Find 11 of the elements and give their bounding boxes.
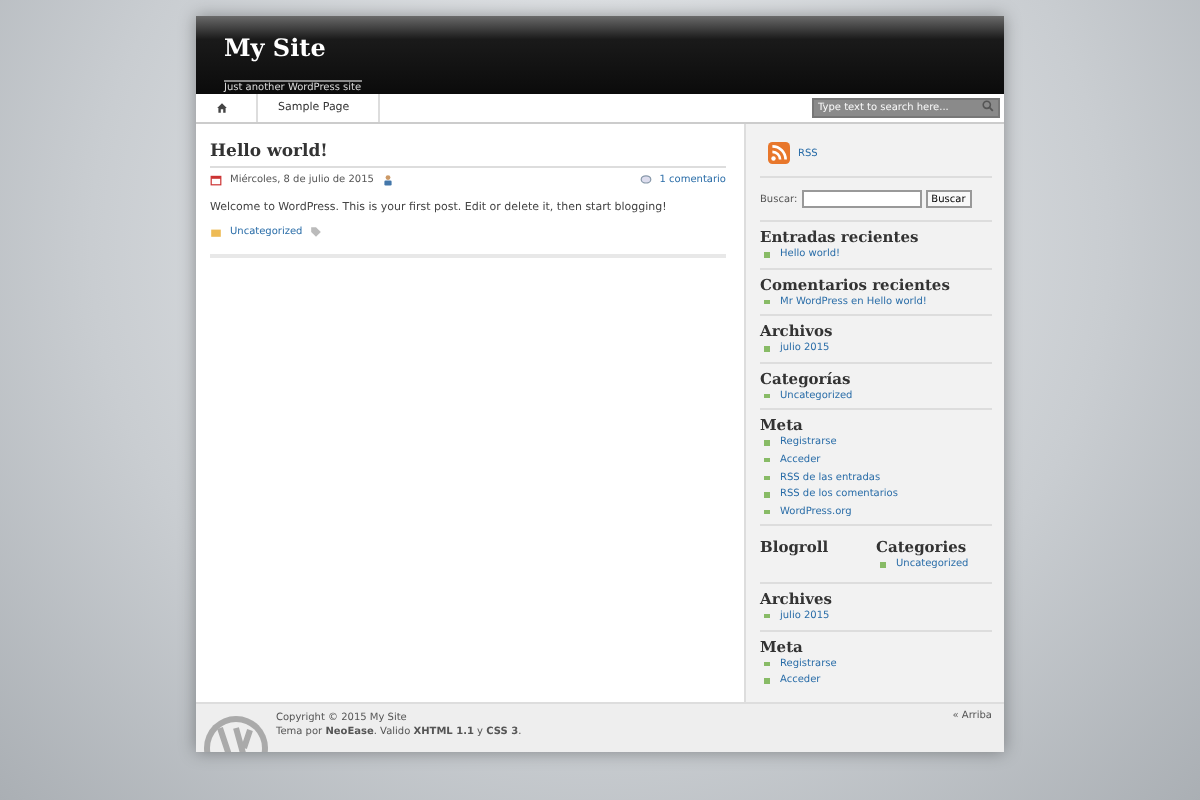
tag-icon [310, 226, 323, 238]
person-icon [381, 174, 394, 186]
speech-bubble-icon [639, 174, 652, 186]
rss-icon[interactable] [768, 142, 790, 164]
folder-icon [210, 226, 222, 238]
calendar-icon [210, 174, 222, 186]
home-icon [216, 102, 228, 114]
site-title[interactable]: My Site [224, 36, 1004, 60]
post-title[interactable]: Hello world! [210, 142, 726, 168]
search-input[interactable] [801, 190, 922, 208]
search-icon [982, 100, 994, 112]
